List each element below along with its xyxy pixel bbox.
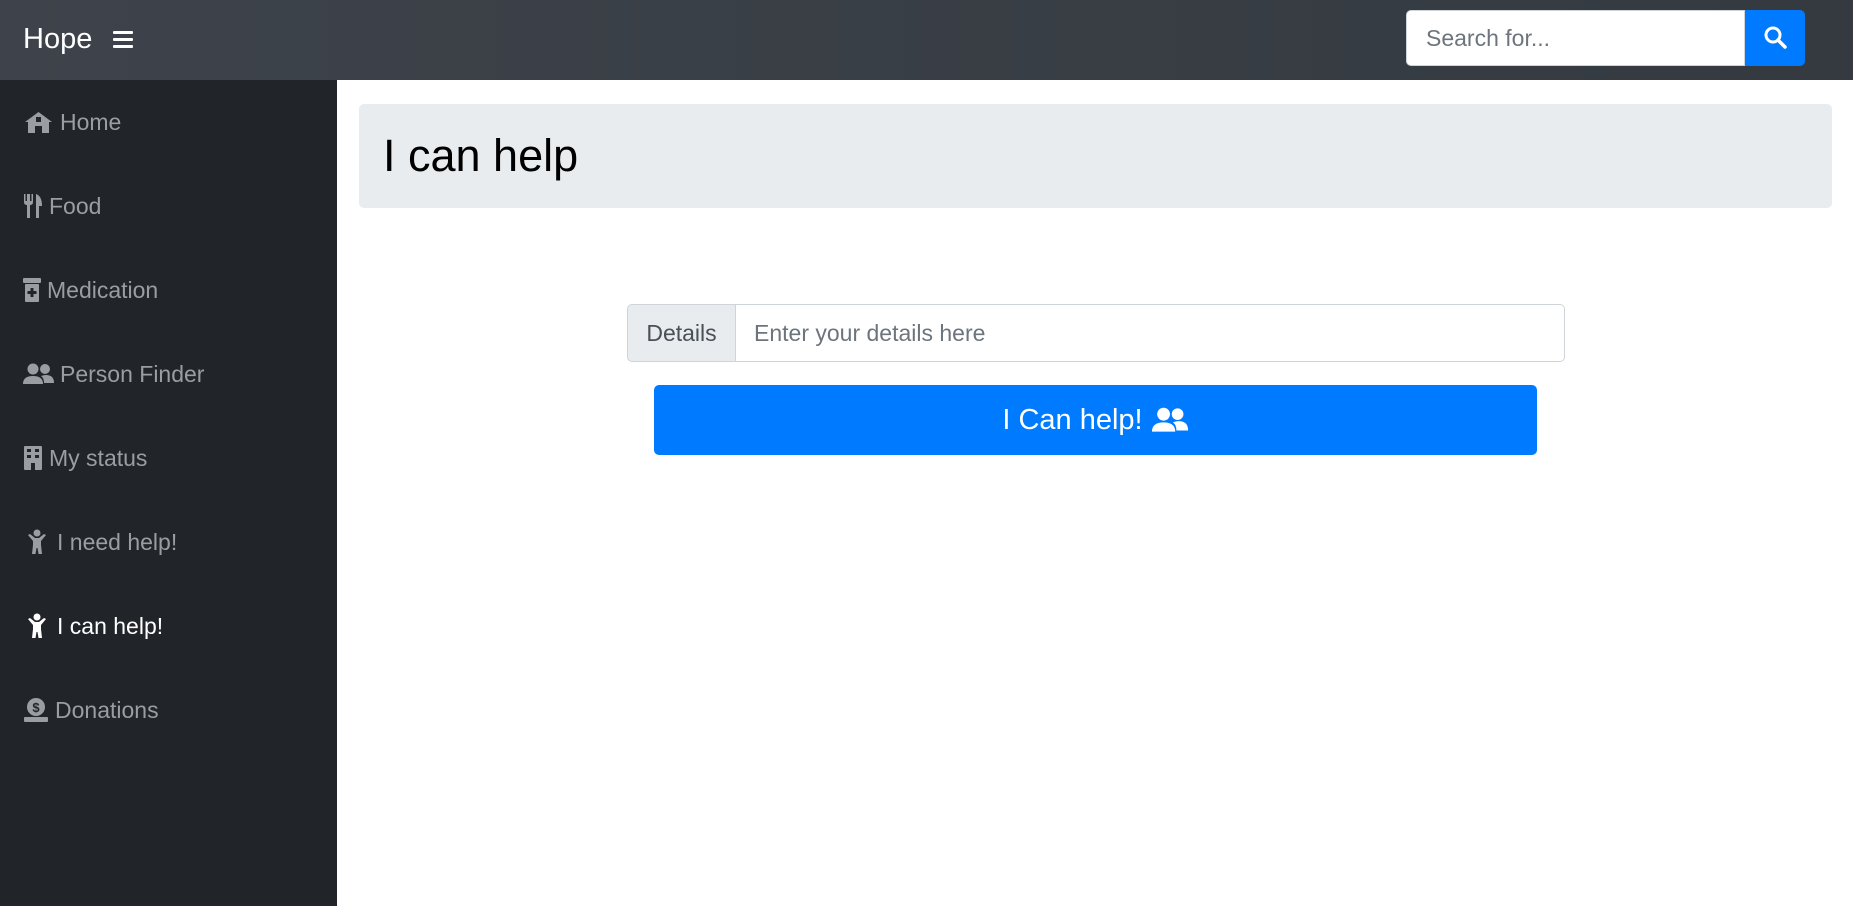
sidebar: Home Food Medication Person Finder My st… [0, 80, 337, 906]
utensils-icon [23, 193, 43, 219]
sidebar-item-i-can-help[interactable]: I can help! [0, 584, 337, 668]
details-label: Details [627, 304, 736, 362]
building-icon [23, 445, 43, 471]
sidebar-item-label: Medication [47, 276, 159, 303]
sidebar-item-label: Person Finder [60, 360, 205, 387]
page-title: I can help [383, 130, 579, 181]
sidebar-item-label: I need help! [57, 528, 178, 555]
search-input[interactable] [1406, 10, 1745, 66]
sidebar-item-donations[interactable]: $ Donations [0, 668, 337, 752]
i-can-help-button[interactable]: I Can help! [654, 385, 1537, 455]
sidebar-item-person-finder[interactable]: Person Finder [0, 332, 337, 416]
brand-title[interactable]: Hope [23, 20, 92, 58]
search-group [1406, 10, 1805, 66]
home-icon [23, 110, 54, 134]
sidebar-item-medication[interactable]: Medication [0, 248, 337, 332]
details-input[interactable] [736, 304, 1565, 362]
sidebar-item-label: I can help! [57, 612, 164, 639]
search-icon [1763, 25, 1787, 52]
sidebar-item-label: Donations [55, 696, 159, 723]
menu-toggle-icon[interactable] [112, 27, 134, 51]
sidebar-item-label: Food [49, 192, 102, 219]
child-icon [23, 529, 51, 555]
main-content: I can help Details I Can help! [337, 80, 1853, 906]
top-navbar: Hope [0, 0, 1853, 80]
prescription-bottle-icon [23, 277, 41, 303]
details-input-group: Details [627, 304, 1565, 362]
page-header: I can help [359, 104, 1832, 208]
users-icon [23, 362, 54, 386]
svg-text:$: $ [32, 700, 40, 715]
sidebar-item-label: Home [60, 108, 122, 135]
sidebar-item-home[interactable]: Home [0, 80, 337, 164]
child-icon [23, 613, 51, 639]
i-can-help-button-label: I Can help! [1002, 403, 1143, 436]
sidebar-item-food[interactable]: Food [0, 164, 337, 248]
search-button[interactable] [1745, 10, 1805, 66]
users-icon [1143, 406, 1189, 434]
sidebar-item-my-status[interactable]: My status [0, 416, 337, 500]
sidebar-item-label: My status [49, 444, 148, 471]
donate-icon: $ [23, 697, 49, 723]
sidebar-item-i-need-help[interactable]: I need help! [0, 500, 337, 584]
